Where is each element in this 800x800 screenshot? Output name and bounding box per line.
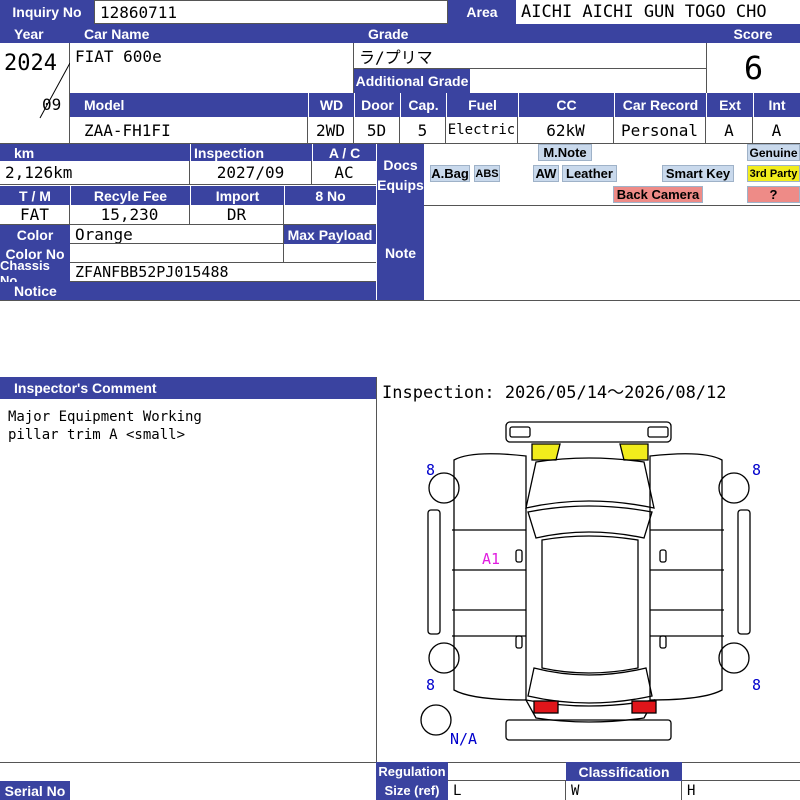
unknown-equip-tag: ?	[747, 186, 800, 203]
m-note-tag: M.Note	[538, 144, 592, 161]
damage-mark: 8	[426, 676, 436, 694]
car-record-label: Car Record	[614, 93, 706, 117]
car-name-value: FIAT 600e	[70, 43, 354, 93]
area-label: Area	[448, 0, 516, 24]
notice-area	[0, 300, 800, 377]
inspection-value: 2027/09	[190, 161, 312, 185]
aw-tag: AW	[533, 165, 559, 182]
year-divider-icon	[39, 62, 70, 119]
damage-mark: 8	[752, 461, 762, 479]
km-label: km	[0, 144, 190, 161]
recycle-fee-label: Recyle Fee	[70, 186, 190, 205]
car-diagram-icon	[420, 421, 751, 741]
docs-equips-label: Docs Equips	[376, 144, 424, 206]
spare-tire-mark: N/A	[450, 730, 478, 748]
serial-no-label: Serial No	[0, 781, 70, 800]
additional-grade-label: Additional Grade	[354, 69, 470, 93]
cc-label: CC	[518, 93, 614, 117]
grade-value: ラ/プリマ	[354, 43, 706, 69]
year-cell: 2024 09	[0, 43, 70, 143]
max-payload-value	[284, 244, 376, 263]
score-label: Score	[706, 24, 800, 43]
model-value: ZAA-FH1FI	[70, 117, 308, 143]
int-value: A	[771, 120, 782, 140]
size-w: W	[566, 781, 682, 800]
inspector-comment-label: Inspector's Comment	[0, 377, 376, 399]
score-value: 6	[706, 43, 800, 93]
size-ref-label: Size (ref)	[376, 781, 448, 800]
eight-no-label: 8 No	[284, 186, 376, 205]
smart-key-tag: Smart Key	[662, 165, 734, 182]
ext-label: Ext	[706, 93, 753, 117]
import-value: DR	[190, 205, 284, 225]
eight-no-value	[284, 205, 376, 225]
leather-tag: Leather	[562, 165, 617, 182]
a-bag-tag: A.Bag	[430, 165, 470, 182]
fuel-label: Fuel	[446, 93, 518, 117]
cc-value: 62kW	[518, 117, 614, 143]
inspection-label: Inspection	[190, 144, 312, 161]
color-no-value	[70, 244, 284, 263]
back-camera-tag: Back Camera	[613, 186, 703, 203]
color-value: Orange	[70, 225, 284, 244]
door-label: Door	[354, 93, 400, 117]
abs-tag: ABS	[474, 165, 500, 182]
comment-line: pillar trim A <small>	[8, 427, 186, 443]
tm-value: FAT	[0, 205, 70, 225]
cap-value: 5	[400, 117, 446, 143]
fuel-value: Electric	[446, 117, 518, 143]
note-label: Note	[376, 206, 424, 300]
km-value: 2,126km	[0, 161, 190, 185]
genuine-tag: Genuine	[747, 144, 800, 161]
door-value: 5D	[354, 117, 400, 143]
size-h: H	[687, 782, 696, 799]
ac-label: A / C	[312, 144, 376, 161]
comment-line: Major Equipment Working	[8, 409, 202, 425]
chassis-no-label: Chassis No	[0, 258, 70, 288]
ext-value: A	[706, 117, 753, 143]
classification-value	[682, 762, 800, 781]
note-value	[424, 206, 800, 300]
size-l: L	[448, 781, 566, 800]
additional-grade-value	[470, 69, 706, 93]
wd-label: WD	[308, 93, 354, 117]
inspection-period: Inspection: 2026/05/14～2026/08/12	[382, 382, 727, 403]
equips-label: Equips	[377, 177, 424, 193]
max-payload-label: Max Payload	[284, 225, 376, 244]
regulation-value	[448, 762, 566, 781]
inspector-comment-text: Major Equipment Working pillar trim A <s…	[8, 408, 368, 444]
model-label: Model	[70, 93, 308, 117]
cap-label: Cap.	[400, 93, 446, 117]
car-record-value: Personal	[614, 117, 706, 143]
equips-panel: M.Note Genuine A.Bag ABS AW Leather Smar…	[424, 144, 800, 206]
damage-mark-a1: A1	[482, 550, 501, 568]
inquiry-no-value: 12860711	[94, 0, 448, 24]
inquiry-no-label: Inquiry No	[0, 0, 94, 24]
month-value: 09	[42, 95, 62, 114]
damage-mark: 8	[426, 461, 436, 479]
damage-mark: 8	[752, 676, 762, 694]
classification-label: Classification	[566, 762, 682, 781]
int-label: Int	[753, 93, 800, 117]
import-label: Import	[190, 186, 284, 205]
recycle-fee-value: 15,230	[70, 205, 190, 225]
grade-label: Grade	[354, 24, 706, 43]
third-party-tag: 3rd Party	[747, 165, 800, 182]
ac-value: AC	[312, 161, 376, 185]
tm-label: T / M	[0, 186, 70, 205]
wd-value: 2WD	[308, 117, 354, 143]
color-label: Color	[0, 225, 70, 244]
area-value: AICHI AICHI GUN TOGO CHO	[521, 2, 767, 22]
notice-label: Notice	[0, 282, 376, 300]
car-name-label: Car Name	[70, 24, 354, 43]
regulation-label: Regulation	[376, 762, 448, 781]
year-label: Year	[0, 24, 70, 43]
docs-label: Docs	[383, 157, 418, 173]
chassis-no-value: ZFANFBB52PJ015488	[70, 263, 376, 282]
